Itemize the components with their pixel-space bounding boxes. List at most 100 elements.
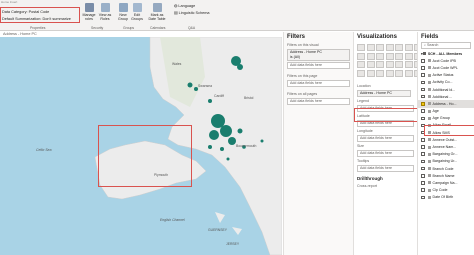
new-group-button[interactable]: New Group <box>117 3 129 21</box>
visual-type-icon[interactable] <box>385 44 394 51</box>
field-type-icon <box>427 59 431 63</box>
field-label: Branch Code <box>432 166 454 171</box>
map-label-wales: Wales <box>172 62 182 66</box>
field-item[interactable]: Active Status <box>418 72 474 79</box>
pin[interactable] <box>208 145 212 149</box>
pin[interactable] <box>220 147 224 151</box>
filters-all-dropzone[interactable]: Add data fields here <box>287 98 350 105</box>
field-item[interactable]: Annexe Outst... <box>418 136 474 143</box>
field-checkbox[interactable] <box>421 195 425 200</box>
well-longitude-dropzone[interactable]: Add data fields here <box>357 134 414 142</box>
visual-type-icon[interactable] <box>385 69 394 77</box>
well-tooltips-dropzone[interactable]: Add data fields here <box>357 164 414 172</box>
fields-search[interactable]: ⌕ Search <box>421 42 471 49</box>
visual-type-icon[interactable] <box>366 52 375 60</box>
visual-type-icon[interactable] <box>404 44 413 51</box>
field-item[interactable]: Additional Id... <box>418 86 474 93</box>
field-checkbox[interactable] <box>421 102 425 106</box>
field-checkbox[interactable] <box>421 145 425 149</box>
field-item[interactable]: Bargaining Ur... <box>418 158 474 165</box>
filters-page-dropzone[interactable]: Add data fields here <box>287 80 350 87</box>
field-label: Date Of Birth <box>432 195 454 200</box>
field-type-icon <box>427 95 431 99</box>
visual-type-icon[interactable] <box>376 52 384 60</box>
field-item[interactable]: Date Of Birth <box>418 194 474 201</box>
visual-type-icon[interactable] <box>366 44 375 51</box>
pin-cluster-south[interactable] <box>209 130 219 140</box>
field-checkbox[interactable] <box>421 73 425 77</box>
visual-type-icon[interactable] <box>395 44 403 51</box>
field-item[interactable]: Clp Code <box>418 187 474 194</box>
visual-type-icon[interactable] <box>366 69 375 77</box>
field-label: Acct Code IPB <box>432 58 456 63</box>
visual-filter-card[interactable]: Address - Home PC is (All) <box>287 49 350 61</box>
field-item[interactable]: Additional ... <box>418 93 474 100</box>
field-item[interactable]: Branch Name <box>418 172 474 179</box>
visual-type-icon[interactable] <box>357 69 365 77</box>
field-item[interactable]: Branch Code <box>418 165 474 172</box>
pin[interactable] <box>228 137 236 145</box>
field-checkbox[interactable] <box>421 59 425 63</box>
pin[interactable] <box>226 157 230 161</box>
field-item[interactable]: Age Group <box>418 115 474 122</box>
field-checkbox[interactable] <box>421 174 425 178</box>
field-checkbox[interactable] <box>421 66 425 70</box>
field-type-icon <box>427 159 431 163</box>
manage-roles-button[interactable]: Manage roles <box>82 3 96 21</box>
field-checkbox[interactable] <box>421 152 425 156</box>
pin[interactable] <box>260 139 264 143</box>
map-visual[interactable]: Address - Home PC Wales Swansea Cardiff … <box>0 32 282 255</box>
mark-as-date-table-button[interactable]: Mark as Date Table <box>148 3 166 21</box>
pin[interactable] <box>237 64 243 70</box>
pin[interactable] <box>208 99 212 103</box>
pin-cluster-south[interactable] <box>220 125 232 137</box>
visual-type-icon[interactable] <box>357 61 365 68</box>
edit-groups-button[interactable]: Edit Groups <box>131 3 143 21</box>
field-checkbox[interactable] <box>421 116 425 121</box>
field-checkbox[interactable] <box>421 138 425 142</box>
field-checkbox[interactable] <box>421 188 425 192</box>
visual-type-icon[interactable] <box>376 61 384 68</box>
visual-type-icon[interactable] <box>404 69 413 77</box>
visual-type-icon[interactable] <box>376 69 384 77</box>
visual-type-icon[interactable] <box>357 52 365 60</box>
group-label-qa: Q&A <box>188 26 196 30</box>
visual-type-icon[interactable] <box>404 61 413 68</box>
field-item[interactable]: Campaign Na... <box>418 179 474 186</box>
visual-type-icon[interactable] <box>395 61 403 68</box>
field-item[interactable]: Acct Code IPB <box>418 57 474 64</box>
highlight-address-field <box>424 125 474 136</box>
filters-visual-dropzone[interactable]: Add data fields here <box>287 62 350 69</box>
field-item[interactable]: Annexe Nam... <box>418 143 474 150</box>
linguistic-schema-dropdown[interactable]: ▤ Linguistic Schema <box>174 10 209 16</box>
pin[interactable] <box>237 128 243 134</box>
field-checkbox[interactable] <box>421 181 425 185</box>
visual-type-icon[interactable] <box>385 52 394 60</box>
field-item[interactable]: Acct Code WPL <box>418 64 474 71</box>
field-checkbox[interactable] <box>421 166 425 171</box>
visual-type-icon[interactable] <box>395 69 403 77</box>
field-item[interactable]: Age <box>418 108 474 115</box>
language-dropdown[interactable]: ◍ Language <box>174 3 195 9</box>
visual-type-icon[interactable] <box>395 52 403 60</box>
well-size-dropzone[interactable]: Add data fields here <box>357 149 414 157</box>
field-checkbox[interactable] <box>421 159 425 164</box>
field-checkbox[interactable] <box>421 94 425 99</box>
visual-type-icon[interactable] <box>357 44 365 51</box>
field-checkbox[interactable] <box>421 80 425 85</box>
field-type-icon <box>427 80 431 84</box>
field-item[interactable]: Address - Ho... <box>418 100 474 108</box>
table-sch-all-members[interactable]: ▾ SCH - ALL Members <box>418 50 474 57</box>
view-as-roles-button[interactable]: View as Roles <box>98 3 112 21</box>
map-label-celtic-sea: Celtic Sea <box>36 148 52 152</box>
field-item[interactable]: Bargaining Gr... <box>418 151 474 158</box>
visual-type-icon[interactable] <box>385 61 394 68</box>
field-checkbox[interactable] <box>421 109 425 113</box>
visual-type-icon[interactable] <box>376 44 384 51</box>
field-item[interactable]: Activity Co... <box>418 79 474 86</box>
visual-type-icon[interactable] <box>366 61 375 68</box>
field-checkbox[interactable] <box>421 87 425 92</box>
visual-type-icon[interactable] <box>404 52 413 60</box>
well-location-value[interactable]: Address - Home PC <box>357 89 411 97</box>
pin[interactable] <box>187 82 193 88</box>
